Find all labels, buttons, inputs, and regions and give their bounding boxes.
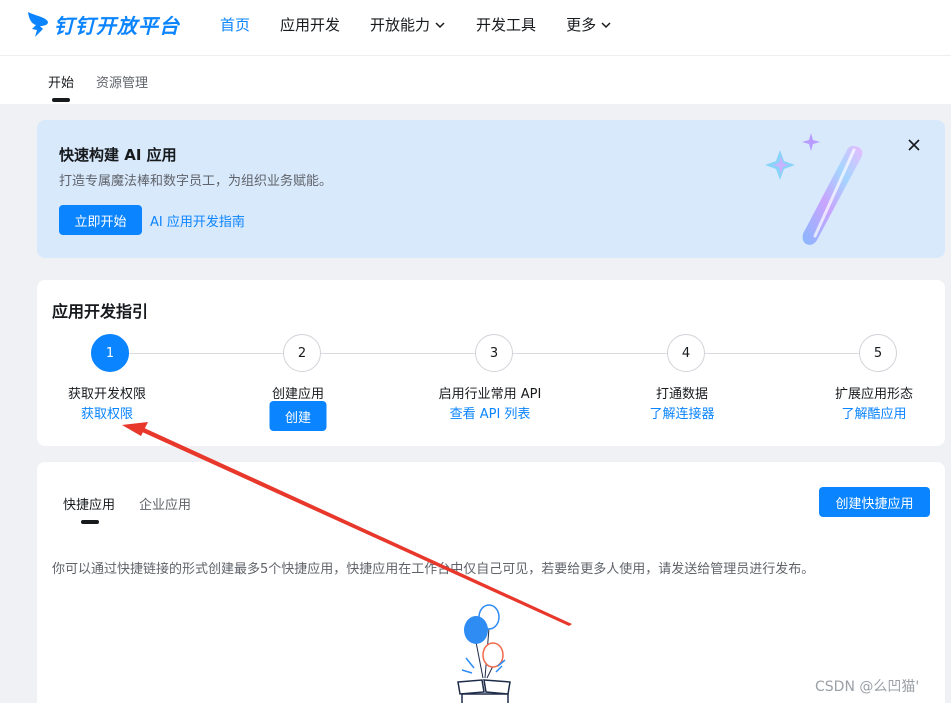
nav-app-development-label: 应用开发 xyxy=(280,16,341,34)
app-development-guide: 应用开发指引 1 2 3 4 5 获取开发权限 创建应用 启用行业常用 API … xyxy=(37,280,945,446)
nav-home-label: 首页 xyxy=(220,16,251,34)
step-connector xyxy=(129,353,283,354)
learn-connector-link[interactable]: 了解连接器 xyxy=(649,403,714,422)
step-4-circle: 4 xyxy=(667,334,705,372)
step-connector xyxy=(513,353,667,354)
close-icon[interactable] xyxy=(907,138,921,152)
step-2-label: 创建应用 xyxy=(271,387,325,402)
ai-app-banner: 快速构建 AI 应用 打造专属魔法棒和数字员工，为组织业务赋能。 立即开始 AI… xyxy=(37,120,945,258)
step-3-label: 启用行业常用 API xyxy=(438,387,542,402)
nav-more[interactable]: 更多 xyxy=(566,14,612,35)
nav-app-development[interactable]: 应用开发 xyxy=(280,14,340,35)
step-2-circle: 2 xyxy=(283,334,321,372)
tab-resource-management[interactable]: 资源管理 xyxy=(96,72,148,91)
step-1-label: 获取开发权限 xyxy=(67,387,147,402)
step-4-label: 打通数据 xyxy=(655,387,709,402)
magic-wand-illustration xyxy=(765,133,863,245)
step-3-circle: 3 xyxy=(475,334,513,372)
sub-navigation: 开始 资源管理 xyxy=(0,56,951,104)
nav-open-capabilities[interactable]: 开放能力 xyxy=(370,14,446,35)
guide-title: 应用开发指引 xyxy=(52,302,149,321)
step-1-circle: 1 xyxy=(91,334,129,372)
logo-text: 钉钉开放平台 xyxy=(54,13,180,38)
create-app-button[interactable]: 创建 xyxy=(269,401,327,431)
tab-enterprise-apps[interactable]: 企业应用 xyxy=(139,494,191,513)
dingtalk-logo[interactable]: 钉钉开放平台 xyxy=(26,8,180,40)
nav-open-capabilities-label: 开放能力 xyxy=(370,16,431,34)
get-permission-link[interactable]: 获取权限 xyxy=(81,403,133,422)
chevron-down-icon xyxy=(435,21,445,28)
nav-dev-tools-label: 开发工具 xyxy=(476,16,537,34)
banner-title: 快速构建 AI 应用 xyxy=(59,146,177,164)
nav-more-label: 更多 xyxy=(566,16,597,34)
main-nav: 首页 应用开发 开放能力 开发工具 更多 xyxy=(220,14,642,35)
step-connector xyxy=(705,353,859,354)
tab-start[interactable]: 开始 xyxy=(48,72,74,91)
chevron-down-icon xyxy=(601,21,611,28)
quick-apps-panel: 快捷应用 企业应用 创建快捷应用 你可以通过快捷链接的形式创建最多5个快捷应用，… xyxy=(37,462,945,703)
step-5-circle: 5 xyxy=(859,334,897,372)
ai-dev-guide-link[interactable]: AI 应用开发指南 xyxy=(150,211,245,230)
start-now-button[interactable]: 立即开始 xyxy=(59,205,142,235)
gift-box-balloons-illustration xyxy=(457,604,511,703)
nav-home[interactable]: 首页 xyxy=(220,14,250,35)
create-quick-app-button[interactable]: 创建快捷应用 xyxy=(819,487,930,517)
dingtalk-wing-icon xyxy=(28,12,48,37)
active-tab-indicator xyxy=(52,98,70,102)
learn-cool-app-link[interactable]: 了解酷应用 xyxy=(841,403,906,422)
top-navigation-bar: 钉钉开放平台 首页 应用开发 开放能力 开发工具 更多 xyxy=(0,0,951,56)
step-5-label: 扩展应用形态 xyxy=(834,387,914,402)
active-tab-indicator xyxy=(81,520,99,524)
quick-apps-description: 你可以通过快捷链接的形式创建最多5个快捷应用，快捷应用在工作台中仅自己可见，若要… xyxy=(52,562,815,577)
banner-subtitle: 打造专属魔法棒和数字员工，为组织业务赋能。 xyxy=(59,174,333,189)
nav-dev-tools[interactable]: 开发工具 xyxy=(476,14,536,35)
watermark: CSDN @么凹猫' xyxy=(815,679,920,695)
view-api-list-link[interactable]: 查看 API 列表 xyxy=(450,403,531,422)
step-connector xyxy=(321,353,475,354)
tab-quick-apps[interactable]: 快捷应用 xyxy=(63,494,115,513)
